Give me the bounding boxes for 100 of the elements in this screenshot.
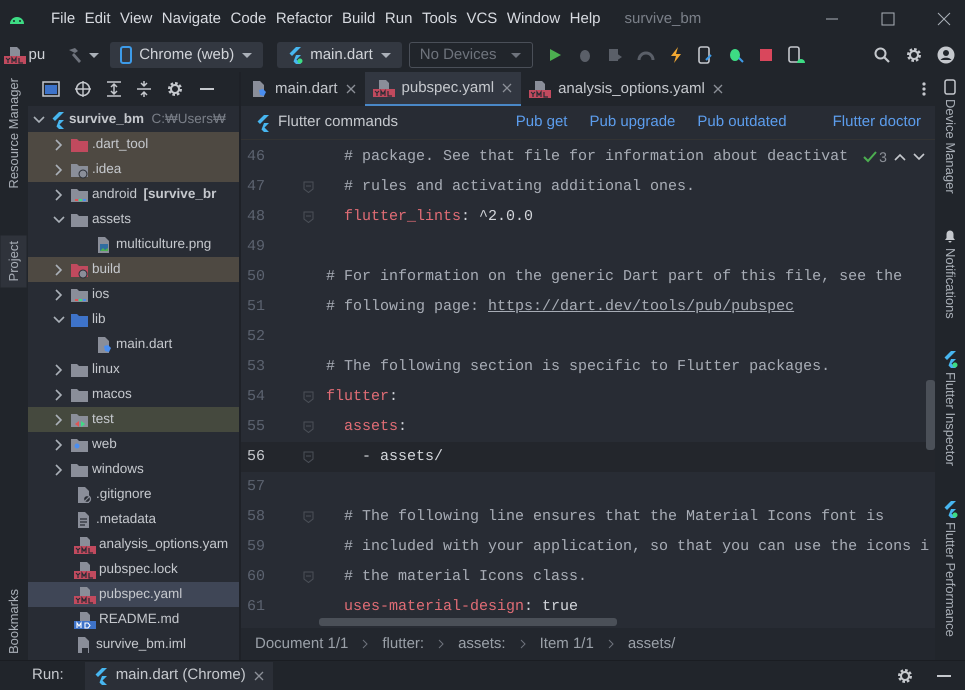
flutter-icon xyxy=(942,500,958,518)
tree-item[interactable]: pubspec.lock xyxy=(28,557,239,582)
menu-item[interactable]: Tools xyxy=(418,6,460,32)
check-icon xyxy=(862,149,878,165)
tree-item[interactable]: analysis_options.yam xyxy=(28,532,239,557)
run-icon[interactable] xyxy=(547,47,564,63)
editor-tab[interactable]: main.dart xyxy=(241,72,365,106)
window-icon[interactable] xyxy=(42,81,60,97)
search-icon[interactable] xyxy=(872,46,890,64)
menu-item[interactable]: View xyxy=(117,6,156,32)
account-icon[interactable] xyxy=(936,46,954,64)
tree-item[interactable]: pubspec.yaml xyxy=(28,582,239,607)
line-number: 50 xyxy=(246,267,266,287)
stop-icon[interactable] xyxy=(759,48,774,62)
breadcrumb[interactable]: flutter: xyxy=(382,632,424,656)
bug-icon[interactable] xyxy=(727,46,746,64)
tool-window-tab[interactable]: Flutter Inspector xyxy=(935,368,965,470)
menu-item[interactable]: Help xyxy=(566,6,604,32)
tree-item[interactable]: main.dart xyxy=(28,332,239,357)
tree-item[interactable]: .gitignore xyxy=(28,482,239,507)
inspection-count: 3 xyxy=(879,148,887,167)
code-line: # following page: https://dart.dev/tools/pub/pubspec xyxy=(325,297,794,317)
url-link[interactable]: https://dart.dev/tools/pub/pubspec xyxy=(488,298,794,315)
close-icon[interactable] xyxy=(712,83,724,95)
menu-item[interactable]: Build xyxy=(339,6,378,32)
tree-item[interactable]: macos xyxy=(28,382,239,407)
run-tab[interactable]: main.dart (Chrome) xyxy=(84,662,273,690)
tree-item[interactable]: windows xyxy=(28,457,239,482)
close-icon[interactable] xyxy=(344,83,357,95)
scrollbar[interactable] xyxy=(926,380,935,450)
tree-item[interactable]: web xyxy=(28,432,239,457)
scrollbar[interactable] xyxy=(319,618,617,626)
menu-item[interactable]: Code xyxy=(227,6,270,32)
code-line: assets: xyxy=(343,417,408,437)
breadcrumb[interactable]: Item 1/1 xyxy=(540,632,594,656)
line-number: 58 xyxy=(246,507,266,527)
menu-item[interactable]: Run xyxy=(382,6,416,32)
chevron-icon xyxy=(520,639,526,649)
collapse-all-icon[interactable] xyxy=(136,80,152,98)
menu-item[interactable]: Edit xyxy=(82,6,114,32)
menu-item[interactable]: Navigate xyxy=(158,6,224,32)
tool-window-tab[interactable]: Bookmarks xyxy=(1,582,27,660)
line-number: 61 xyxy=(246,597,266,617)
tree-item[interactable]: survive_bm.iml xyxy=(28,632,239,657)
breadcrumb[interactable]: assets/ xyxy=(628,632,676,656)
close-icon[interactable] xyxy=(252,670,265,682)
editor-tab[interactable]: analysis_options.yaml xyxy=(521,72,732,106)
tool-window-tab[interactable]: Notifications xyxy=(935,244,965,322)
tool-window-tab[interactable]: Device Manager xyxy=(935,95,965,198)
tree-item[interactable]: survive_bm C:₩Users₩ xyxy=(28,107,239,132)
tree-item[interactable]: .idea xyxy=(28,157,239,182)
command-link[interactable]: Flutter doctor xyxy=(832,111,921,134)
run-config-dropdown[interactable]: main.dart xyxy=(277,42,402,68)
next-icon[interactable] xyxy=(912,153,925,161)
previous-icon[interactable] xyxy=(894,153,906,161)
tool-window-tab[interactable]: Resource Manager xyxy=(1,72,27,195)
menu-item[interactable]: Window xyxy=(504,6,564,32)
window-title: survive_bm xyxy=(624,8,702,29)
settings-icon[interactable] xyxy=(904,46,922,64)
settings-icon[interactable] xyxy=(896,666,914,684)
breadcrumb[interactable]: assets: xyxy=(458,632,506,656)
bell-icon xyxy=(942,228,958,244)
menu-item[interactable]: Refactor xyxy=(272,6,336,32)
tool-window-tab[interactable]: Project xyxy=(1,234,27,288)
tree-item[interactable]: assets xyxy=(28,207,239,232)
menu-item[interactable]: File xyxy=(48,6,78,32)
project-label[interactable]: pu xyxy=(28,44,46,66)
tree-item[interactable]: test xyxy=(28,407,239,432)
tree-item[interactable]: multiculture.png xyxy=(28,232,239,257)
command-link[interactable]: Pub get xyxy=(516,111,568,134)
tree-item[interactable]: build xyxy=(28,257,239,282)
tree-item[interactable]: README.md xyxy=(28,607,239,632)
command-link[interactable]: Pub upgrade xyxy=(589,111,676,134)
tree-item[interactable]: .dart_tool xyxy=(28,132,239,157)
tree-item[interactable]: android [survive_br xyxy=(28,182,239,207)
code-line: - assets/ xyxy=(361,447,444,467)
device-dropdown[interactable]: Chrome (web) xyxy=(110,42,264,68)
menu-item[interactable]: VCS xyxy=(463,6,500,32)
line-number: 57 xyxy=(246,477,266,497)
tree-item[interactable]: .metadata xyxy=(28,507,239,532)
code-line: # rules and activating additional ones. xyxy=(343,177,696,197)
close-icon[interactable] xyxy=(501,82,514,94)
locate-icon[interactable] xyxy=(74,80,92,98)
tool-window-tab[interactable]: Flutter Performance xyxy=(935,518,965,642)
tree-item[interactable]: linux xyxy=(28,357,239,382)
breadcrumb[interactable]: Document 1/1 xyxy=(255,632,348,656)
editor-tab[interactable]: pubspec.yaml xyxy=(364,72,522,106)
tree-item[interactable]: ios xyxy=(28,282,239,307)
device-reload-icon[interactable] xyxy=(697,46,714,64)
close-icon[interactable] xyxy=(937,12,951,26)
settings-icon[interactable] xyxy=(166,80,184,98)
more-icon[interactable] xyxy=(921,81,927,97)
device-manager-icon[interactable] xyxy=(787,46,806,64)
expand-all-icon[interactable] xyxy=(106,80,122,98)
lightning-icon[interactable] xyxy=(669,46,684,64)
maximize-icon[interactable] xyxy=(881,12,895,26)
tree-item[interactable]: lib xyxy=(28,307,239,332)
line-number: 52 xyxy=(246,327,266,347)
command-link[interactable]: Pub outdated xyxy=(697,111,787,134)
code-line: # The following section is specific to Flutter packages. xyxy=(325,357,830,377)
